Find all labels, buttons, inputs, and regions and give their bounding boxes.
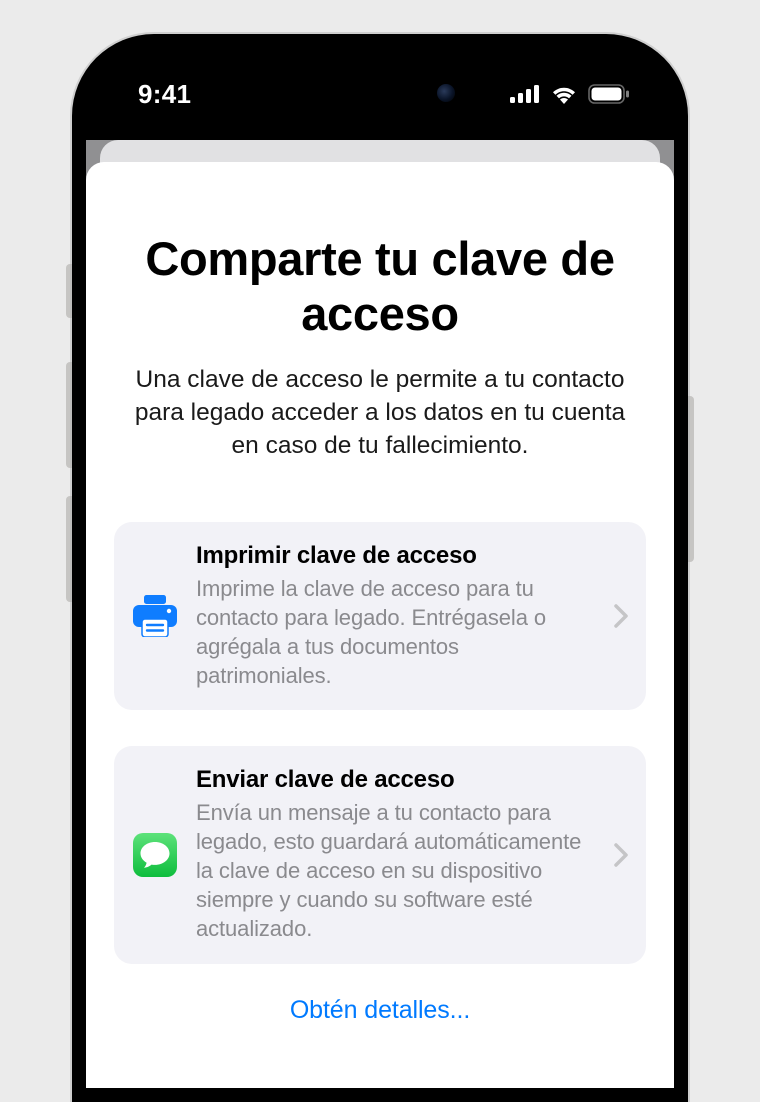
get-details-link[interactable]: Obtén detalles... [114,996,646,1025]
front-camera [437,84,455,102]
dynamic-island [285,66,475,120]
battery-icon [588,84,630,104]
page-title: Comparte tu clave de acceso [114,232,646,341]
print-option-content: Imprimir clave de acceso Imprime la clav… [196,542,596,690]
chevron-right-icon [614,843,628,867]
cellular-signal-icon [510,85,540,103]
send-option-description: Envía un mensaje a tu contacto para lega… [196,798,596,943]
page-subtitle: Una clave de acceso le permite a tu cont… [114,363,646,462]
status-time: 9:41 [138,79,191,110]
print-option-title: Imprimir clave de acceso [196,542,596,570]
send-access-key-option[interactable]: Enviar clave de acceso Envía un mensaje … [114,746,646,963]
modal-backdrop: Comparte tu clave de acceso Una clave de… [86,140,674,1088]
share-access-key-sheet: Comparte tu clave de acceso Una clave de… [86,162,674,1088]
chevron-right-icon [614,604,628,628]
print-access-key-option[interactable]: Imprimir clave de acceso Imprime la clav… [114,522,646,710]
print-option-description: Imprime la clave de acceso para tu conta… [196,574,596,690]
wifi-icon [550,84,578,104]
status-icons [510,84,630,104]
messages-icon [132,833,178,877]
send-option-title: Enviar clave de acceso [196,766,596,794]
printer-icon [132,595,178,637]
send-option-content: Enviar clave de acceso Envía un mensaje … [196,766,596,943]
phone-screen: 9:41 [86,48,674,1088]
phone-frame: 9:41 [72,34,688,1102]
